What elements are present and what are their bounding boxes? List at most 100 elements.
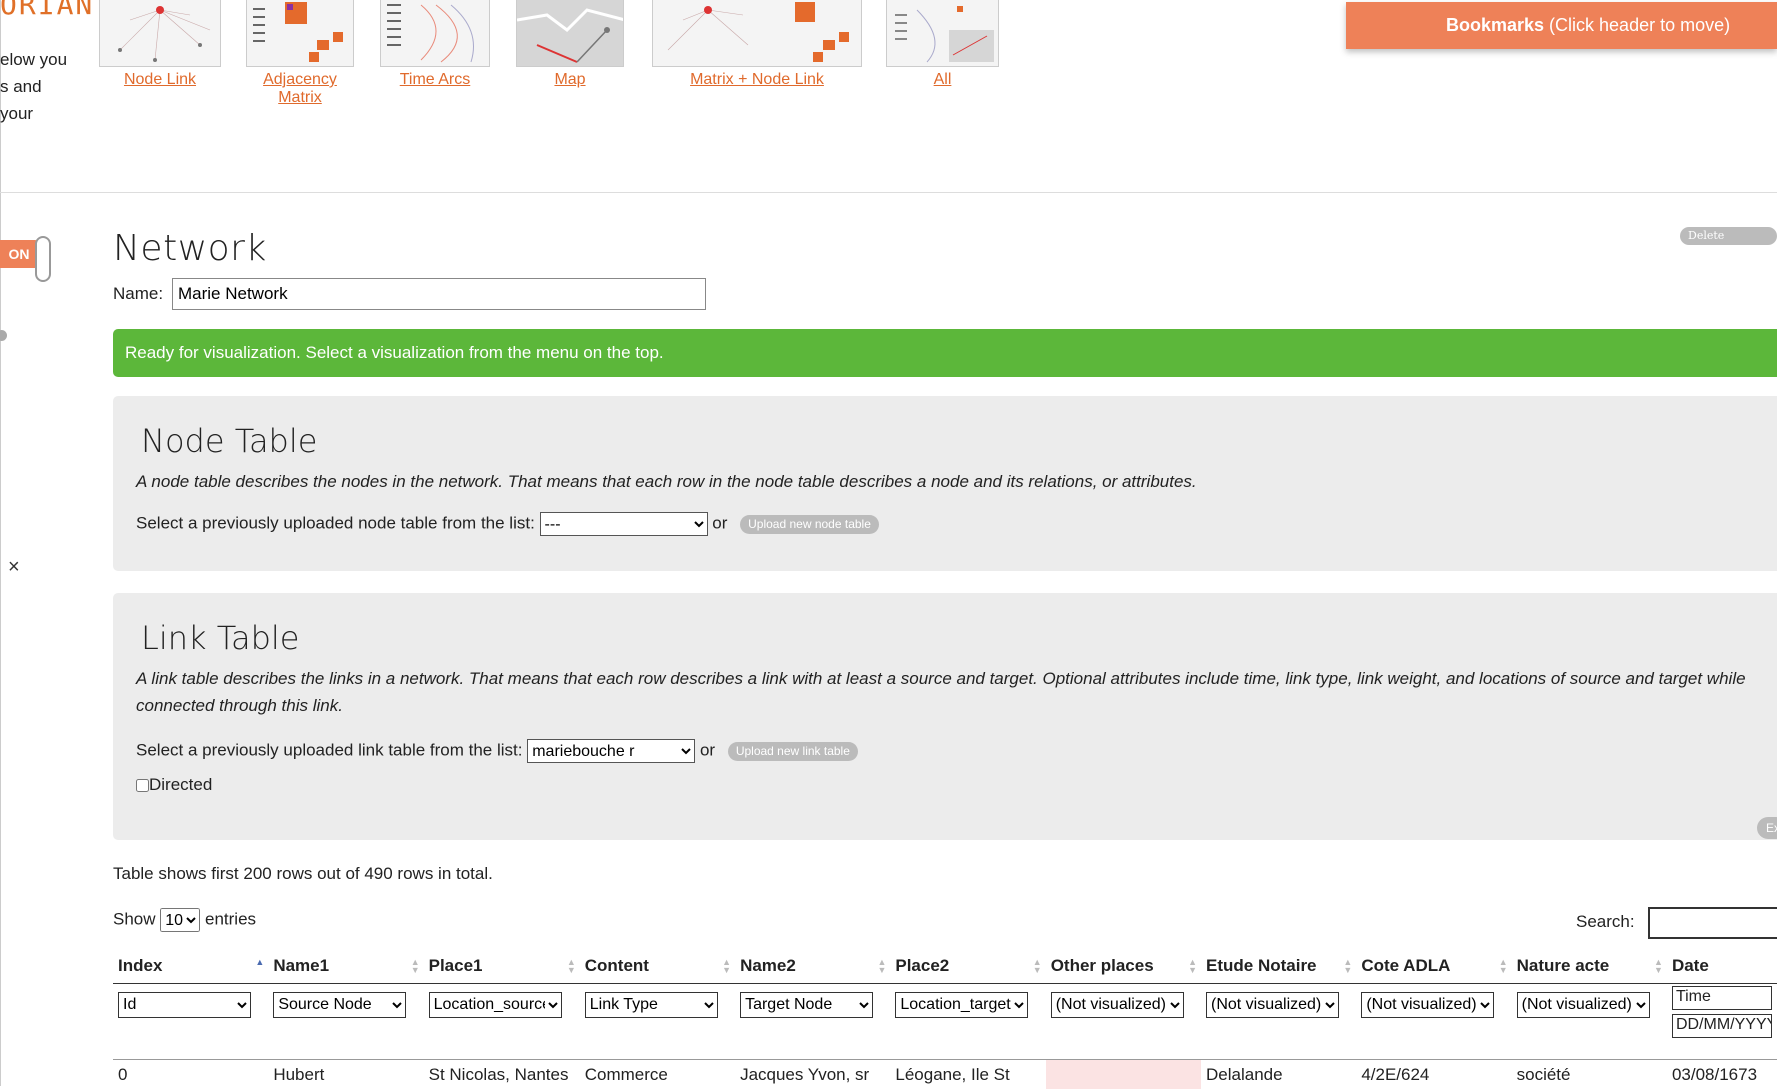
link-table-panel: Link Table A link table describes the li… xyxy=(113,593,1777,840)
link-table-select[interactable]: mariebouche r xyxy=(527,739,696,763)
column-header-label: Nature acte xyxy=(1516,955,1610,975)
intro-line: s and xyxy=(0,77,42,96)
toggle-knob[interactable] xyxy=(35,236,51,282)
column-header-cote-adla[interactable]: Cote ADLA ▲ ▼ xyxy=(1356,949,1512,984)
column-type-select[interactable]: Id xyxy=(118,991,251,1018)
sidebar-toggle[interactable]: ON xyxy=(0,236,52,282)
node-table-select[interactable]: --- xyxy=(539,512,708,536)
table-cell: Jacques Yvon, sr xyxy=(735,1058,891,1089)
upload-link-table-button[interactable]: Upload new link table xyxy=(727,741,858,761)
viz-link-label[interactable]: Matrix + Node Link xyxy=(652,71,862,89)
date-format-field[interactable]: DD/MM/YYYY xyxy=(1671,1013,1772,1038)
viz-link-label[interactable]: Node Link xyxy=(99,71,221,89)
time-arcs-thumbnail[interactable] xyxy=(380,0,490,67)
sort-icon: ▲ ▼ xyxy=(722,957,732,975)
time-type-field[interactable]: Time xyxy=(1671,985,1772,1010)
column-header-name2[interactable]: Name2 ▲ ▼ xyxy=(735,949,891,984)
intro-line: your xyxy=(0,104,34,123)
node-link-thumbnail[interactable] xyxy=(99,0,221,67)
column-header-label: Other places xyxy=(1050,955,1154,975)
show-entries-control: Show 10 entries xyxy=(113,908,256,932)
filter-cell: (Not visualized) xyxy=(1512,983,1667,1059)
filter-cell: (Not visualized) xyxy=(1046,983,1201,1059)
node-table-select-label: Select a previously uploaded node table … xyxy=(136,513,535,533)
column-type-row: Id Source Node Location_source Link Type… xyxy=(113,983,1777,1059)
column-header-place1[interactable]: Place1 ▲ ▼ xyxy=(423,949,580,984)
or-label: or xyxy=(699,740,716,760)
export-button[interactable]: Ex xyxy=(1757,817,1777,839)
column-header-label: Index xyxy=(118,955,163,975)
viz-link-label[interactable]: Adjacency Matrix xyxy=(246,71,354,107)
column-type-select[interactable]: (Not visualized) xyxy=(1516,991,1650,1018)
directed-checkbox[interactable] xyxy=(136,779,149,793)
column-type-select[interactable]: Link Type xyxy=(584,991,718,1018)
toggle-on-label: ON xyxy=(0,240,38,268)
column-header-label: Name1 xyxy=(273,955,330,975)
adjacency-matrix-thumbnail[interactable] xyxy=(246,0,354,67)
network-title: Network xyxy=(113,228,267,269)
delete-network-button[interactable]: Delete Network xyxy=(1680,227,1777,260)
column-header-other-places[interactable]: Other places ▲ ▼ xyxy=(1045,949,1201,984)
filter-cell: Link Type xyxy=(580,983,735,1059)
viz-map[interactable]: Map xyxy=(516,0,624,89)
app-logo: ORIAN xyxy=(0,0,95,21)
sort-icon: ▲ ▼ xyxy=(1498,957,1508,975)
show-label: Show xyxy=(113,909,156,929)
search-input[interactable] xyxy=(1648,907,1777,939)
entries-select[interactable]: 10 xyxy=(160,908,201,932)
table-cell: Commerce xyxy=(579,1058,736,1089)
network-name-input[interactable] xyxy=(172,278,706,310)
table-cell: St Nicolas, Nantes xyxy=(423,1058,580,1089)
column-type-select[interactable]: Source Node xyxy=(273,991,407,1018)
table-row[interactable]: 0 Hubert St Nicolas, Nantes Commerce Jac… xyxy=(113,1058,1777,1089)
or-label: or xyxy=(712,513,728,533)
filter-cell: Source Node xyxy=(268,983,423,1059)
column-type-select[interactable]: Target Node xyxy=(740,991,874,1018)
upload-node-table-button[interactable]: Upload new node table xyxy=(740,514,879,534)
viz-matrix-node-link[interactable]: Matrix + Node Link xyxy=(652,0,862,89)
link-table-select-label: Select a previously uploaded link table … xyxy=(136,740,523,760)
matrix-node-link-thumbnail[interactable] xyxy=(652,0,862,67)
column-header-name1[interactable]: Name1 ▲ ▼ xyxy=(268,949,424,984)
bookmarks-title: Bookmarks xyxy=(1446,15,1545,35)
column-header-etude-notaire[interactable]: Etude Notaire ▲ ▼ xyxy=(1201,949,1357,984)
filter-cell: Id xyxy=(113,983,268,1059)
column-type-select[interactable]: Location_target xyxy=(895,991,1029,1018)
viz-link-label[interactable]: Time Arcs xyxy=(380,71,490,89)
viz-adjacency-matrix[interactable]: Adjacency Matrix xyxy=(246,0,354,107)
column-header-place2[interactable]: Place2 ▲ ▼ xyxy=(890,949,1046,984)
viz-link-label[interactable]: Map xyxy=(516,71,624,89)
link-data-table: Index ▲ Name1 ▲ ▼ Place1 ▲ ▼ Content ▲ ▼ Name2 ▲… xyxy=(113,949,1777,1089)
column-header-label: Place1 xyxy=(428,955,483,975)
name-label: Name: xyxy=(113,284,164,303)
viz-node-link[interactable]: Node Link xyxy=(99,0,221,89)
column-header-nature-acte[interactable]: Nature acte ▲ ▼ xyxy=(1511,949,1667,984)
table-cell: 03/08/1673 xyxy=(1666,1058,1777,1089)
close-icon[interactable]: × xyxy=(8,556,20,579)
column-type-select[interactable]: (Not visualized) xyxy=(1361,991,1495,1018)
column-header-label: Etude Notaire xyxy=(1206,955,1317,975)
column-header-index[interactable]: Index ▲ xyxy=(113,949,269,984)
node-table-description: A node table describes the nodes in the … xyxy=(136,472,1197,491)
viz-all[interactable]: All xyxy=(886,0,999,89)
column-header-label: Name2 xyxy=(740,955,796,975)
sort-icon: ▲ xyxy=(255,957,265,967)
column-type-select[interactable]: (Not visualized) xyxy=(1206,991,1339,1018)
column-type-select[interactable]: Location_source xyxy=(428,991,562,1018)
map-thumbnail[interactable] xyxy=(516,0,624,67)
viz-time-arcs[interactable]: Time Arcs xyxy=(380,0,490,89)
node-table-select-row: Select a previously uploaded node table … xyxy=(136,512,879,536)
viz-link-label[interactable]: All xyxy=(886,71,999,89)
sort-icon: ▲ ▼ xyxy=(410,957,420,975)
bookmarks-hint: (Click header to move) xyxy=(1544,15,1731,35)
column-type-select[interactable]: (Not visualized) xyxy=(1050,991,1184,1018)
column-header-label: Date xyxy=(1671,955,1709,975)
column-header-date[interactable]: Date xyxy=(1666,949,1777,984)
all-thumbnail[interactable] xyxy=(886,0,999,67)
search-label: Search: xyxy=(1576,912,1635,931)
node-table-title: Node Table xyxy=(141,422,318,460)
entries-label: entries xyxy=(205,909,257,929)
bookmarks-header[interactable]: Bookmarks (Click header to move) xyxy=(1346,2,1777,49)
slider-handle[interactable] xyxy=(0,330,7,341)
column-header-content[interactable]: Content ▲ ▼ xyxy=(579,949,736,984)
